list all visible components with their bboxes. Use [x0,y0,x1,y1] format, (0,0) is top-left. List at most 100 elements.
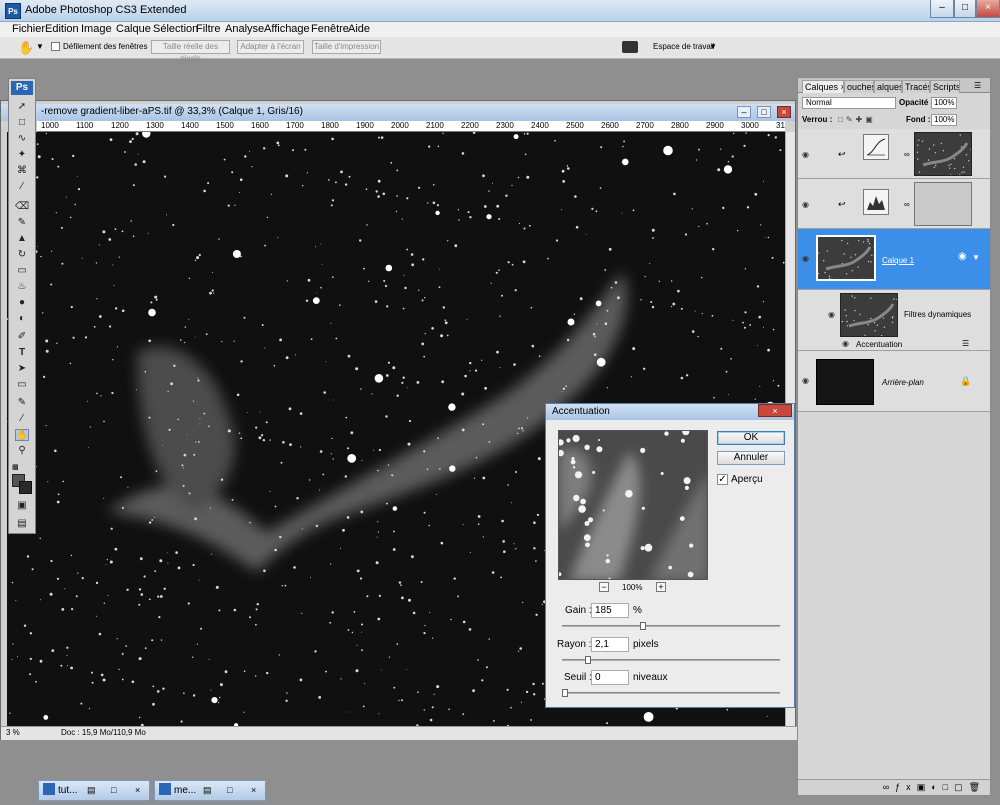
move-tool-icon[interactable]: ➚ [15,101,29,113]
shape-tool-icon[interactable]: ▭ [15,379,29,391]
bridge-icon[interactable] [622,41,638,53]
layer-row-levels[interactable]: ◉ ↩ ∞ [798,179,990,229]
layer-actions-bar[interactable]: ∞ƒx▣◐□▢🗑 [798,779,990,795]
smart-filters-label[interactable]: Filtres dynamiques [904,310,971,319]
default-colors-icon[interactable]: ▩ [12,463,20,471]
maximize-icon[interactable]: □ [227,781,232,800]
quick-mask-icon[interactable]: ▣ [15,500,29,512]
layer-mask-thumbnail[interactable] [914,132,972,176]
blend-mode-select[interactable]: Normal [802,97,896,109]
radius-slider-track[interactable] [562,659,780,661]
quick-selection-icon[interactable]: ✦ [15,149,29,161]
notes-tool-icon[interactable]: ✎ [15,397,29,409]
doc-minimize-icon[interactable]: – [737,106,751,118]
path-selection-icon[interactable]: ➤ [15,363,29,375]
close-icon[interactable]: × [251,781,256,800]
menu-aide[interactable]: Aide [348,23,370,35]
tab-couches[interactable]: ouches [844,80,874,93]
healing-brush-icon[interactable]: ⌫ [15,201,29,213]
tab-traces[interactable]: Tracés [902,80,930,93]
maximize-icon[interactable]: □ [954,0,976,18]
hand-tool-icon[interactable]: ✋ [18,40,34,56]
cancel-button[interactable]: Annuler [717,451,785,465]
dialog-close-icon[interactable]: × [758,404,792,417]
menu-edition[interactable]: Edition [45,23,79,35]
zoom-readout[interactable]: 3 % [6,728,20,737]
close-icon[interactable]: × [135,781,140,800]
marquee-tool-icon[interactable]: □ [15,117,29,129]
close-icon[interactable]: × [976,0,1000,18]
tab-scalques[interactable]: alques [874,80,902,93]
doc-close-icon[interactable]: × [777,106,791,118]
eraser-tool-icon[interactable]: ▭ [15,265,29,277]
pen-tool-icon[interactable]: ✐ [15,331,29,343]
ok-button[interactable]: OK [717,431,785,445]
hand-tool-icon[interactable]: ✋ [15,429,29,441]
background-color-swatch[interactable] [19,481,32,494]
levels-adjustment-icon[interactable] [863,189,889,215]
menu-filtre[interactable]: Filtre [196,23,220,35]
blur-tool-icon[interactable]: ● [15,297,29,309]
fx-icon[interactable]: ƒx [895,782,917,792]
filter-options-icon[interactable]: ☰ [962,339,969,348]
panel-menu-icon[interactable]: ☰ [974,81,981,90]
opacity-input[interactable]: 100% [931,97,957,109]
tab-calques[interactable]: Calques × [802,80,844,93]
taskbar-item[interactable]: me... ▤ □ × [154,780,266,801]
menu-calque[interactable]: Calque [116,23,151,35]
history-brush-icon[interactable]: ↻ [15,249,29,261]
zoom-out-button[interactable]: − [599,582,609,592]
layer-thumbnail[interactable] [816,235,876,281]
type-tool-icon[interactable]: T [15,347,29,359]
paint-bucket-icon[interactable]: ♨ [15,281,29,293]
radius-input[interactable]: 2,1 [591,637,629,652]
menu-fenetre[interactable]: Fenêtre [311,23,349,35]
threshold-slider-thumb[interactable] [562,689,568,697]
actual-pixels-button[interactable]: Taille réelle des pixels [151,40,230,63]
dialog-title-bar[interactable]: Accentuation [546,404,794,420]
document-title-bar[interactable]: -remove gradient-liber-aPS.tif @ 33,3% (… [1,104,795,121]
visibility-eye-icon[interactable]: ◉ [842,339,852,348]
print-size-button[interactable]: Taille d'impression [312,40,381,54]
crop-tool-icon[interactable]: ⌘ [15,165,29,177]
menu-analyse[interactable]: Analyse [225,23,264,35]
visibility-eye-icon[interactable]: ◉ [802,200,812,209]
zoom-tool-icon[interactable]: ⚲ [15,445,29,457]
radius-slider-thumb[interactable] [585,656,592,664]
layer-row-curves[interactable]: ◉ ↩ ∞ [798,129,990,179]
menu-fichier[interactable]: Fichier [12,23,45,35]
menu-affichage[interactable]: Affichage [264,23,310,35]
layer-row-smart-filters[interactable]: ◉ Filtres dynamiques ◉ Accentuation ☰ [798,290,990,351]
eyedropper-3d-icon[interactable]: ⁄ [15,413,29,425]
zoom-in-button[interactable]: + [656,582,666,592]
minimize-icon[interactable]: – [930,0,954,18]
filter-mask-thumbnail[interactable] [840,293,898,337]
clone-stamp-icon[interactable]: ▲ [15,233,29,245]
curves-adjustment-icon[interactable] [863,134,889,160]
workspace-menu[interactable]: Espace de travail [653,42,714,51]
expand-arrow-icon[interactable]: ▼ [972,253,980,262]
layer-mask-thumbnail[interactable] [914,182,972,226]
gain-slider-track[interactable] [562,625,780,627]
tab-scripts[interactable]: Scripts [930,80,960,93]
brush-tool-icon[interactable]: ✎ [15,217,29,229]
gain-slider-thumb[interactable] [640,622,647,630]
gain-input[interactable]: 185 [591,603,629,618]
chevron-down-icon[interactable]: ▼ [36,42,44,51]
layer-name[interactable]: Arrière-plan [882,378,924,387]
restore-icon[interactable]: ▤ [87,781,96,800]
filter-preview[interactable] [558,430,708,580]
taskbar-item[interactable]: tut... ▤ □ × [38,780,150,801]
visibility-eye-icon[interactable]: ◉ [802,376,812,385]
visibility-eye-icon[interactable]: ◉ [802,150,812,159]
screen-mode-icon[interactable]: ▤ [15,518,29,530]
layer-row-calque1[interactable]: ◉ Calque 1 ◉ ▼ [798,229,990,290]
threshold-slider-track[interactable] [562,692,780,694]
fit-screen-button[interactable]: Adapter à l'écran [237,40,304,54]
menu-image[interactable]: Image [81,23,112,35]
dodge-tool-icon[interactable]: ◐ [15,313,29,325]
doc-maximize-icon[interactable]: □ [757,106,771,118]
menu-selection[interactable]: Sélection [153,23,198,35]
filter-name[interactable]: Accentuation [856,340,902,349]
lock-icons[interactable]: □✎✚▣ [838,115,876,124]
